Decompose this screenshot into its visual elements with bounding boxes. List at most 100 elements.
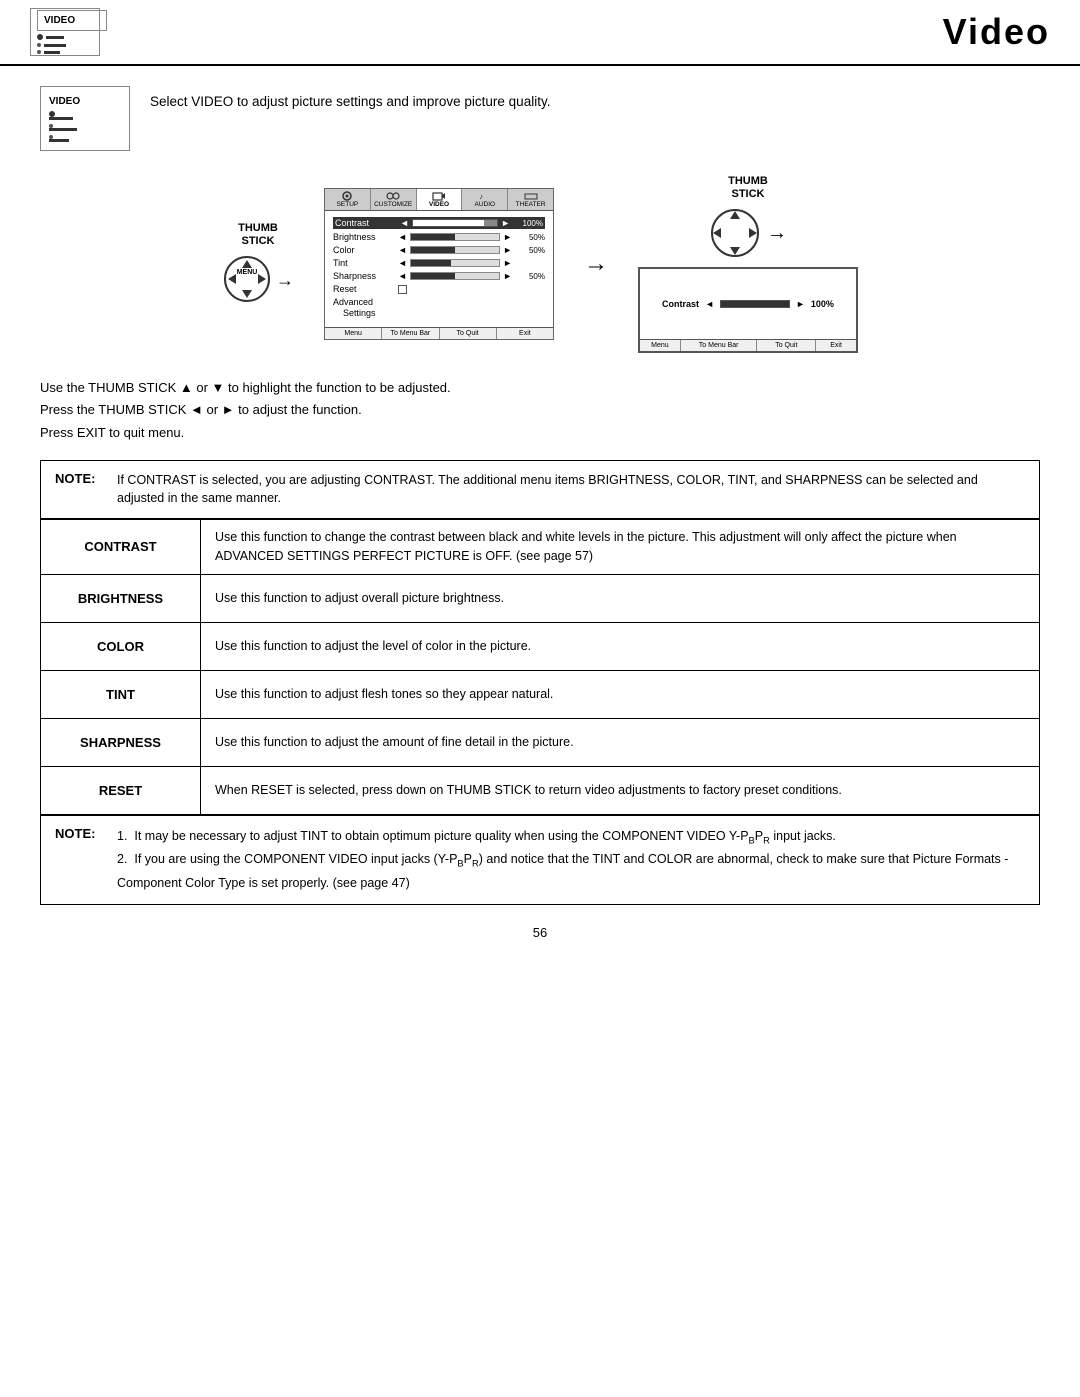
menu-row-color: Color ◄ ► 50%	[333, 245, 545, 255]
right-screen-box: Contrast ◄ ► 100% Menu To Menu Bar To Qu…	[638, 267, 858, 353]
tab-setup: SETUP	[325, 189, 371, 210]
menu-sharpness-bar: ◄ ► 50%	[398, 271, 545, 281]
contrast-display-arrow-left: ◄	[705, 299, 714, 309]
contrast-display-label: Contrast	[662, 299, 699, 309]
note2-box: NOTE: 1. It may be necessary to adjust T…	[40, 815, 1040, 905]
tab-setup-label: SETUP	[337, 201, 359, 208]
function-desc-color: Use this function to adjust the level of…	[201, 623, 1039, 670]
right-circle-icon	[709, 207, 761, 259]
dot3	[37, 50, 41, 54]
thumb-label-left: THUMBSTICK	[238, 222, 278, 248]
right-stick-row: →	[709, 207, 787, 259]
function-label-brightness: BRIGHTNESS	[41, 575, 201, 622]
tab-customize-label: CUSTOMIZE	[374, 201, 412, 208]
menu-tint-label: Tint	[333, 258, 398, 268]
tab-audio: ♪ AUDIO	[462, 189, 508, 210]
line3	[44, 51, 60, 54]
rf-menu: Menu	[640, 340, 681, 351]
left-circle-arrow: MENU →	[222, 254, 294, 307]
right-arrow: →	[767, 222, 787, 245]
reset-checkbox-icon	[398, 285, 407, 294]
function-desc-brightness: Use this function to adjust overall pict…	[201, 575, 1039, 622]
rf-tomenubar: To Menu Bar	[681, 340, 758, 351]
function-label-reset: RESET	[41, 767, 201, 814]
menu-color-bar: ◄ ► 50%	[398, 245, 545, 255]
function-desc-reset: When RESET is selected, press down on TH…	[201, 767, 1039, 814]
page-number: 56	[40, 925, 1040, 940]
svg-text:♪: ♪	[479, 192, 483, 201]
page-title: Video	[943, 11, 1050, 53]
menu-reset-label: Reset	[333, 284, 398, 294]
note1-text: If CONTRAST is selected, you are adjusti…	[117, 471, 1025, 509]
menu-label-wrapper: MENU	[222, 254, 272, 307]
thumb-label-right: THUMBSTICK	[728, 175, 768, 201]
menu-row-contrast: Contrast ◄ ► 100%	[333, 217, 545, 229]
function-row-color: COLOR Use this function to adjust the le…	[41, 622, 1039, 670]
arrow-to-menu: →	[276, 270, 294, 291]
header-icon-dots3	[37, 50, 60, 54]
dot1	[37, 34, 43, 40]
function-label-sharpness: SHARPNESS	[41, 719, 201, 766]
menu-row-brightness: Brightness ◄ ► 50%	[333, 232, 545, 242]
tab-theater-label: THEATER	[516, 201, 546, 208]
function-desc-sharpness: Use this function to adjust the amount o…	[201, 719, 1039, 766]
footer-tomenubar: To Menu Bar	[382, 328, 439, 339]
instruction-3: Press EXIT to quit menu.	[40, 422, 1040, 444]
menu-sharpness-label: Sharpness	[333, 271, 398, 281]
diagram-left: THUMBSTICK MENU →	[222, 222, 294, 307]
menu-tint-bar: ◄ ►	[398, 258, 545, 268]
page-header: VIDEO Video	[0, 0, 1080, 66]
note1-box: NOTE: If CONTRAST is selected, you are a…	[40, 460, 1040, 520]
tab-theater: THEATER	[508, 189, 553, 210]
rf-exit: Exit	[816, 340, 856, 351]
intro-video-icon: VIDEO	[40, 86, 130, 151]
menu-screen: SETUP CUSTOMIZE VIDEO ♪ AUDIO THEATER	[324, 188, 554, 340]
menu-arrow-icon: MENU	[222, 254, 272, 304]
diagram-right: THUMBSTICK → Contrast ◄	[638, 175, 858, 353]
menu-row-reset: Reset	[333, 284, 545, 294]
footer-exit: Exit	[497, 328, 553, 339]
sharpness-value: 50%	[515, 272, 545, 281]
tab-video-label: VIDEO	[429, 201, 449, 208]
customize-icon	[386, 191, 400, 201]
function-label-contrast: CONTRAST	[41, 520, 201, 574]
header-video-icon: VIDEO	[30, 8, 100, 56]
intro-line3	[49, 139, 69, 142]
footer-toquit: To Quit	[440, 328, 497, 339]
menu-footer: Menu To Menu Bar To Quit Exit	[325, 327, 553, 339]
menu-tabs-row: SETUP CUSTOMIZE VIDEO ♪ AUDIO THEATER	[325, 189, 553, 211]
function-desc-contrast: Use this function to change the contrast…	[201, 520, 1039, 574]
function-table: CONTRAST Use this function to change the…	[40, 519, 1040, 815]
tab-customize: CUSTOMIZE	[371, 189, 417, 210]
note1-label: NOTE:	[55, 471, 105, 486]
instruction-2: Press the THUMB STICK ◄ or ► to adjust t…	[40, 399, 1040, 421]
theater-icon	[524, 191, 538, 201]
function-row-sharpness: SHARPNESS Use this function to adjust th…	[41, 718, 1039, 766]
instructions-section: Use the THUMB STICK ▲ or ▼ to highlight …	[40, 377, 1040, 443]
menu-reset-checkbox	[398, 285, 545, 294]
menu-row-sharpness: Sharpness ◄ ► 50%	[333, 271, 545, 281]
menu-contrast-label: Contrast	[335, 218, 400, 228]
tab-video: VIDEO	[417, 189, 463, 210]
contrast-display-value: 100%	[811, 299, 834, 309]
tab-audio-label: AUDIO	[474, 201, 495, 208]
intro-line2	[49, 128, 77, 131]
right-footer: Menu To Menu Bar To Quit Exit	[640, 339, 856, 351]
setup-icon	[340, 191, 354, 201]
menu-advanced-label: Advanced	[333, 297, 398, 307]
svg-text:MENU: MENU	[237, 269, 258, 276]
menu-color-label: Color	[333, 245, 398, 255]
video-tab-icon	[432, 191, 446, 201]
function-row-tint: TINT Use this function to adjust flesh t…	[41, 670, 1039, 718]
menu-contrast-bar: ◄ ► 100%	[400, 218, 543, 228]
menu-brightness-bar: ◄ ► 50%	[398, 232, 545, 242]
dot2	[37, 43, 41, 47]
main-content: VIDEO Select VIDEO to adjust picture set…	[0, 66, 1080, 960]
function-row-contrast: CONTRAST Use this function to change the…	[41, 519, 1039, 574]
menu-row-tint: Tint ◄ ►	[333, 258, 545, 268]
function-label-tint: TINT	[41, 671, 201, 718]
header-icon-dots2	[37, 43, 66, 47]
note2-item2: 2. If you are using the COMPONENT VIDEO …	[117, 849, 1025, 894]
menu-row-advanced: Advanced	[333, 297, 545, 307]
rf-toquit: To Quit	[757, 340, 816, 351]
